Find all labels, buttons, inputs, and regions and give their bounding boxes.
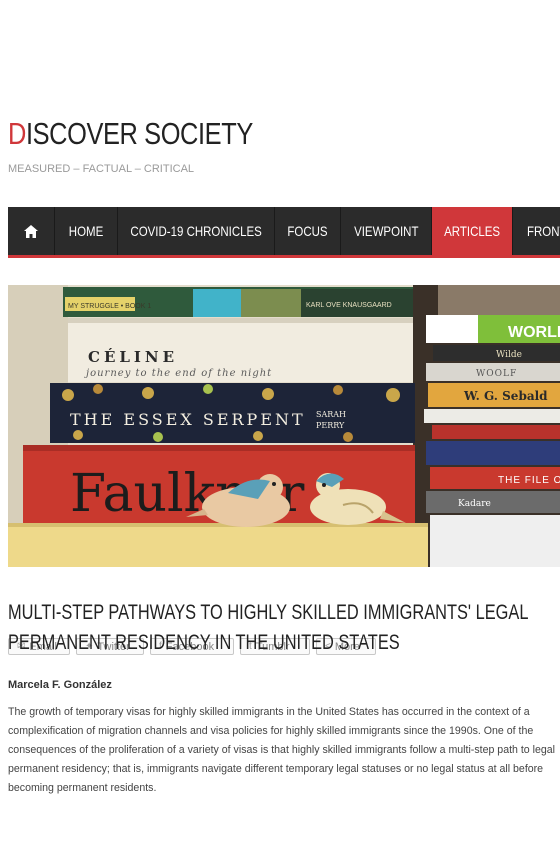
nav-item-covid-19-chronicles[interactable]: COVID-19 CHRONICLES <box>118 207 275 255</box>
site-title-rest: ISCOVER SOCIETY <box>25 116 253 151</box>
nav-item-label: ARTICLES <box>444 223 500 239</box>
nav-item-articles[interactable]: ARTICLES <box>432 207 513 255</box>
nav-item-home[interactable]: HOME <box>55 207 118 255</box>
book-spine-text: journey to the end of the night <box>84 368 272 379</box>
nav-item-focus[interactable]: FOCUS <box>275 207 341 255</box>
nav-item-front[interactable]: FRONT <box>513 207 560 255</box>
nav-item-label: COVID-19 CHRONICLES <box>130 223 262 239</box>
book-spine-text: THE FILE O <box>498 475 560 486</box>
book-spine-text: PERRY <box>316 421 345 430</box>
article-title[interactable]: MULTI-STEP PATHWAYS TO HIGHLY SKILLED IM… <box>8 598 538 658</box>
nav-item-viewpoint[interactable]: VIEWPOINT <box>341 207 432 255</box>
nav-item-label: VIEWPOINT <box>353 223 419 239</box>
book-spine-text: THE ESSEX SERPENT <box>70 410 306 429</box>
featured-image-books: MY STRUGGLE • BOOK 1 KARL OVE KNAUSGAARD… <box>8 285 560 567</box>
book-spine-text: WOOLF <box>476 369 517 379</box>
main-navigation: HOME COVID-19 CHRONICLES FOCUS VIEWPOINT… <box>8 207 560 258</box>
book-spine-text: KARL OVE KNAUSGAARD <box>306 302 392 309</box>
book-spine-text: W. G. Sebald <box>463 389 548 403</box>
book-spine-text: WORLD <box>508 324 560 341</box>
nav-home-icon-button[interactable] <box>8 207 55 255</box>
book-spine-text: Kadare <box>458 499 491 509</box>
article-excerpt: The growth of temporary visas for highly… <box>8 706 556 794</box>
nav-item-label: FOCUS <box>287 223 328 239</box>
nav-item-label: HOME <box>68 223 104 239</box>
page: DISCOVER SOCIETY MEASURED – FACTUAL – CR… <box>0 0 560 868</box>
featured-image[interactable]: MY STRUGGLE • BOOK 1 KARL OVE KNAUSGAARD… <box>8 285 560 567</box>
article-author[interactable]: Marcela F. González <box>8 679 112 691</box>
book-spine-text: CÉLINE <box>88 348 178 366</box>
book-spine-text: Wilde <box>496 350 522 360</box>
site-tagline: MEASURED – FACTUAL – CRITICAL <box>8 163 195 175</box>
home-icon <box>24 224 38 238</box>
book-spine-text: MY STRUGGLE • BOOK 1 <box>68 303 151 310</box>
book-spine-text: SARAH <box>316 410 346 419</box>
site-title-initial: D <box>8 116 26 151</box>
nav-item-label: FRONT <box>527 223 560 239</box>
site-title[interactable]: DISCOVER SOCIETY <box>8 116 253 152</box>
